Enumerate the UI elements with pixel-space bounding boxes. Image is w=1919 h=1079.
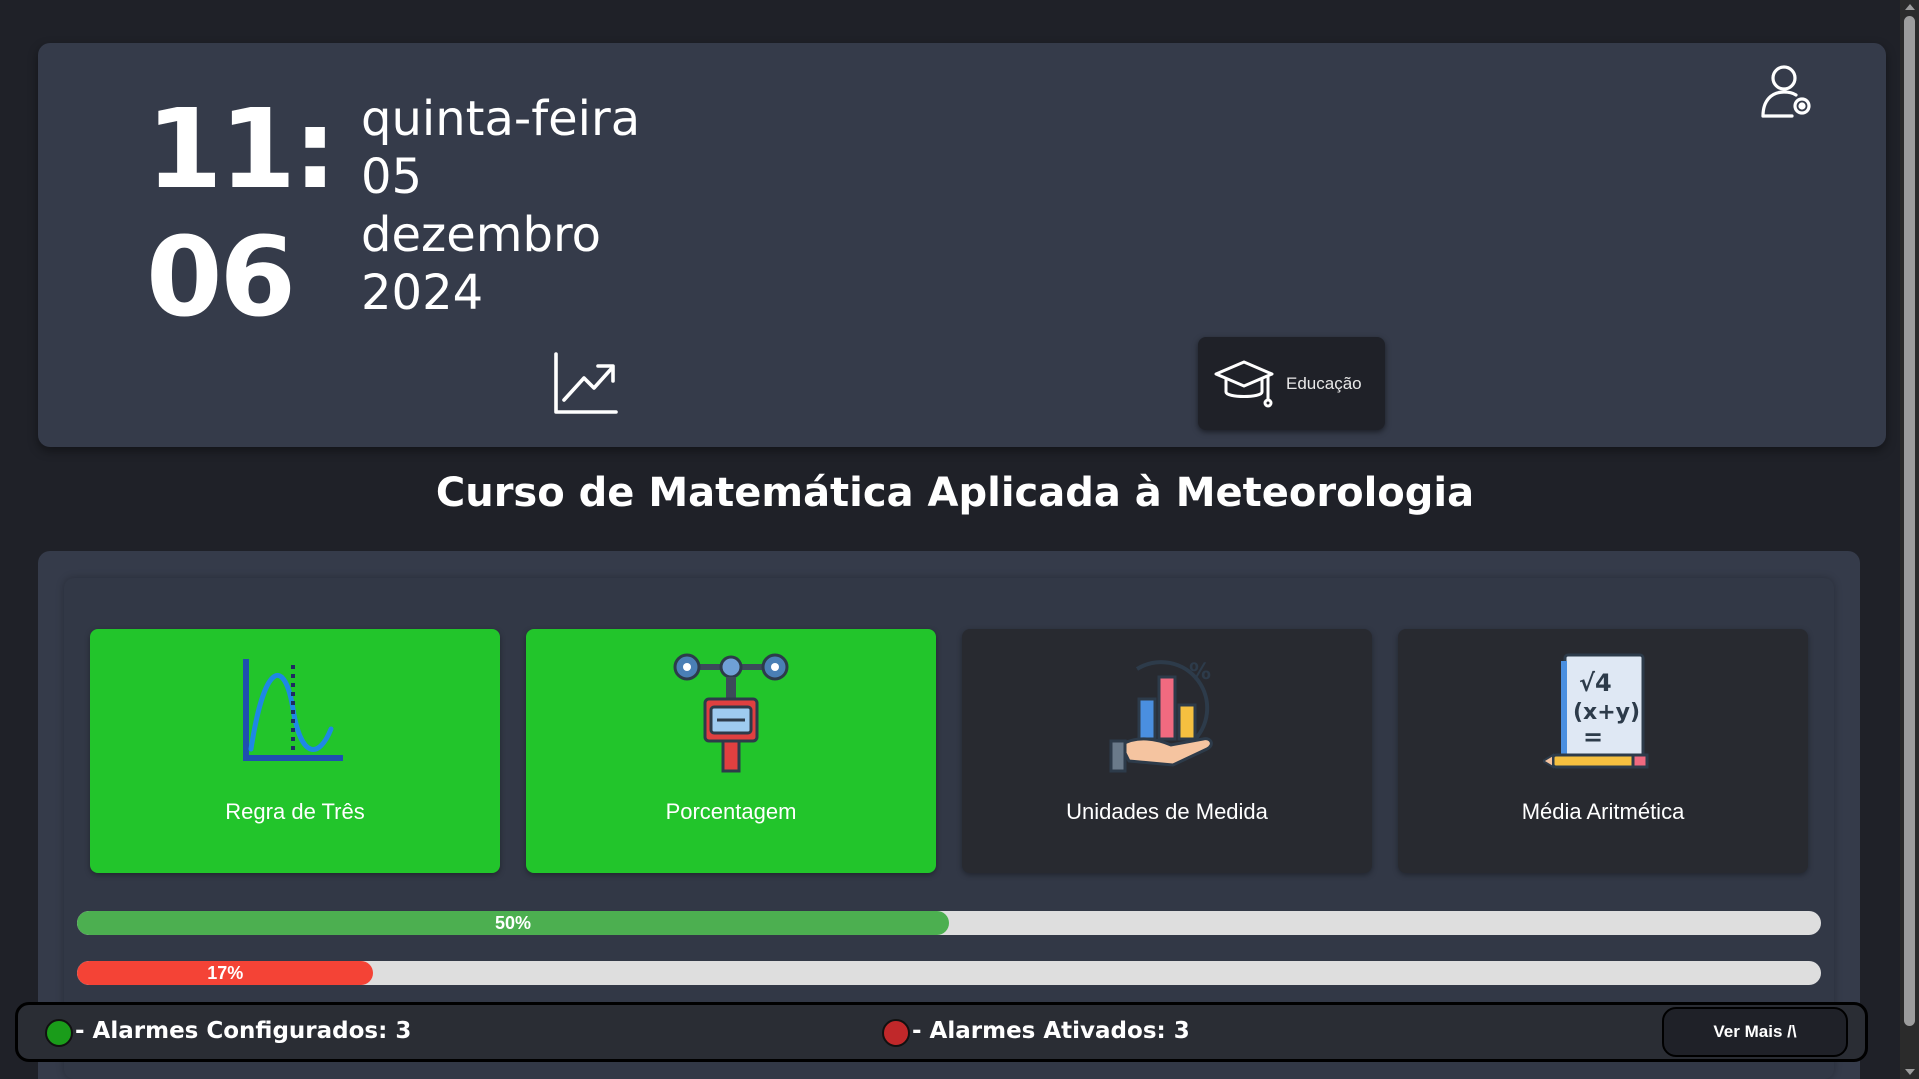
configured-alarms-text: - Alarmes Configurados: 3 xyxy=(75,1018,412,1044)
progress-bar-alarms: 17% xyxy=(77,961,1821,985)
ver-mais-button[interactable]: Ver Mais /\ xyxy=(1662,1007,1848,1057)
svg-text:=: = xyxy=(1583,723,1603,751)
svg-text:√4: √4 xyxy=(1579,669,1612,697)
date-display: quinta-feira 05 dezembro 2024 xyxy=(361,90,640,322)
scroll-down-arrow-icon[interactable] xyxy=(1905,1069,1915,1075)
module-card-regra-de-tres[interactable]: Regra de Três xyxy=(90,629,500,873)
svg-text:(x+y): (x+y) xyxy=(1573,700,1640,725)
date-weekday: quinta-feira xyxy=(361,91,641,147)
module-card-media-aritmetica[interactable]: √4 (x+y) = Média Aritmética xyxy=(1398,629,1808,873)
clock-hours: 11: xyxy=(146,85,337,213)
module-card-label: Porcentagem xyxy=(665,799,797,824)
module-card-label: Média Aritmética xyxy=(1521,799,1685,824)
date-day: 05 xyxy=(361,149,423,205)
module-card-unidades-de-medida[interactable]: % Unidades de Medida xyxy=(962,629,1372,873)
user-settings-icon[interactable] xyxy=(1758,62,1816,120)
progress-label-completed: 50% xyxy=(494,912,532,933)
anemometer-icon xyxy=(673,653,789,773)
svg-text:%: % xyxy=(1189,660,1211,685)
page-scrollbar[interactable] xyxy=(1900,0,1919,1079)
module-card-label: Regra de Três xyxy=(225,799,365,824)
progress-fill-alarms: 17% xyxy=(77,961,374,985)
active-alarms-text: - Alarmes Ativados: 3 xyxy=(912,1018,1190,1044)
active-alarms-indicator xyxy=(882,1019,910,1047)
module-card-label: Unidades de Medida xyxy=(1066,799,1268,824)
math-formula-paper-icon: √4 (x+y) = xyxy=(1543,653,1649,769)
hand-bar-chart-percent-icon: % xyxy=(1109,660,1213,773)
scrollbar-thumb[interactable] xyxy=(1904,16,1915,1026)
education-button[interactable]: Educação xyxy=(1198,337,1385,430)
progress-bar-completed: 50% xyxy=(77,911,1821,935)
wave-graph-icon xyxy=(243,659,343,761)
graduation-cap-icon xyxy=(1214,360,1274,407)
clock-minutes: 06 xyxy=(146,213,296,341)
clock: 11: 06 xyxy=(146,85,346,341)
date-month: dezembro xyxy=(361,207,601,263)
configured-alarms-indicator xyxy=(45,1019,73,1047)
progress-fill-completed: 50% xyxy=(77,911,949,935)
scroll-up-arrow-icon[interactable] xyxy=(1905,4,1915,10)
education-button-label: Educação xyxy=(1286,373,1362,393)
progress-label-alarms: 17% xyxy=(207,962,244,983)
trending-up-chart-icon[interactable] xyxy=(552,350,620,416)
date-year: 2024 xyxy=(361,265,484,321)
course-title: Curso de Matemática Aplicada à Meteorolo… xyxy=(435,470,1475,516)
module-card-porcentagem[interactable]: Porcentagem xyxy=(526,629,936,873)
